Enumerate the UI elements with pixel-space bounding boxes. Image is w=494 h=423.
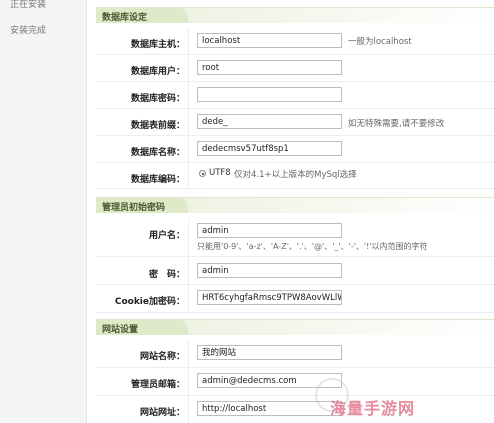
db-charset-label: 数据库编码： <box>130 175 185 185</box>
form-row-admin-email: 管理员邮箱： admin@dedecms.com <box>96 368 494 396</box>
section-header-database: 数据库设定 <box>96 7 494 23</box>
admin-username-hint: 只能用'0-9'、'a-z'、'A-Z'、'.'、'@'、'_'、'-'、'!'… <box>197 242 428 251</box>
section-title: 管理员初始密码 <box>102 203 166 213</box>
form-row-db-host: 数据库主机： localhost 一般为localhost <box>96 28 494 55</box>
db-user-label: 数据库用户： <box>130 67 185 77</box>
sidebar: 正在安装 安装完成 <box>0 0 87 423</box>
form-row-db-prefix: 数据表前缀： dede_ 如无特殊需要,请不要修改 <box>96 109 494 136</box>
admin-username-label: 用户名： <box>148 231 185 241</box>
db-name-input[interactable]: dedecmsv57utf8sp1 <box>197 141 342 156</box>
form-row-site-url: 网站网址： http://localhost <box>96 396 494 423</box>
admin-password-label: 密 码： <box>148 270 185 280</box>
install-form: 数据库设定 数据库主机： localhost 一般为localhost 数据库用… <box>96 0 494 423</box>
db-prefix-label: 数据表前缀： <box>130 121 185 131</box>
charset-utf8-option[interactable]: UTF8 <box>209 168 231 178</box>
section-title: 数据库设定 <box>102 13 148 23</box>
db-host-hint: 一般为localhost <box>348 37 412 47</box>
site-name-input[interactable]: 我的网站 <box>197 345 342 360</box>
charset-utf8-radio[interactable] <box>199 170 206 177</box>
section-header-admin: 管理员初始密码 <box>96 197 494 213</box>
form-row-db-password: 数据库密码： <box>96 82 494 109</box>
site-name-label: 网站名称： <box>139 352 185 362</box>
db-host-label: 数据库主机： <box>130 40 185 50</box>
db-host-input[interactable]: localhost <box>197 33 342 48</box>
admin-password-input[interactable]: admin <box>197 263 342 278</box>
form-row-cookie-key: Cookie加密码： HRT6cyhgfaRmsc9TPW8AovWLlWa <box>96 285 494 313</box>
form-row-db-charset: 数据库编码： UTF8 仅对4.1+以上版本的MySql选择 <box>96 163 494 189</box>
db-password-label: 数据库密码： <box>130 94 185 104</box>
db-password-input[interactable] <box>197 87 342 102</box>
sidebar-item-installing: 正在安装 <box>10 0 47 10</box>
form-row-db-name: 数据库名称： dedecmsv57utf8sp1 <box>96 136 494 163</box>
section-title: 网站设置 <box>102 325 139 335</box>
sidebar-item-complete: 安装完成 <box>10 26 47 36</box>
db-name-label: 数据库名称： <box>130 148 185 158</box>
admin-email-label: 管理员邮箱： <box>130 380 185 390</box>
admin-username-input[interactable]: admin <box>197 223 342 238</box>
charset-hint: 仅对4.1+以上版本的MySql选择 <box>234 170 357 180</box>
form-row-admin-username: 用户名： admin 只能用'0-9'、'a-z'、'A-Z'、'.'、'@'、… <box>96 218 494 257</box>
cookie-key-input[interactable]: HRT6cyhgfaRmsc9TPW8AovWLlWa <box>197 290 342 305</box>
db-user-input[interactable]: root <box>197 60 342 75</box>
db-prefix-hint: 如无特殊需要,请不要修改 <box>348 119 445 129</box>
form-row-site-name: 网站名称： 我的网站 <box>96 340 494 368</box>
form-row-admin-password: 密 码： admin <box>96 257 494 285</box>
site-url-label: 网站网址： <box>139 408 185 418</box>
section-header-site: 网站设置 <box>96 319 494 335</box>
cookie-key-label: Cookie加密码： <box>114 297 185 307</box>
form-row-db-user: 数据库用户： root <box>96 55 494 82</box>
db-prefix-input[interactable]: dede_ <box>197 114 342 129</box>
watermark: 海量手游网 <box>330 399 416 418</box>
